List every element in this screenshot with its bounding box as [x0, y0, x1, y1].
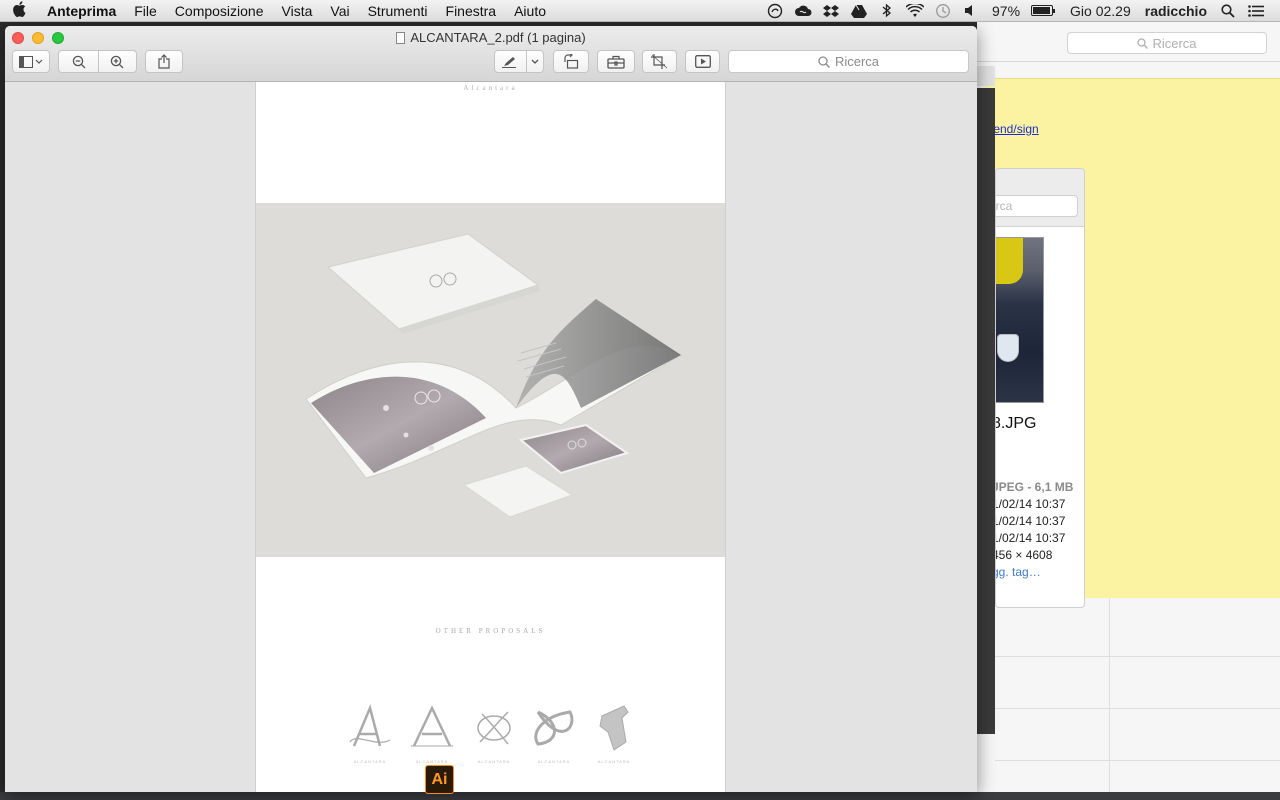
share-icon — [158, 54, 170, 69]
logo-proposal-1: ALCANTARA — [346, 702, 394, 764]
thumbnail-helmet — [996, 238, 1023, 284]
window-toolbar: ALCANTARA_2.pdf (1 pagina) Ricerca — [5, 26, 977, 82]
rotate-button[interactable] — [553, 50, 589, 73]
search-icon — [818, 55, 830, 68]
file-dimensions: 456 × 4608 — [995, 548, 1053, 562]
grid-line — [995, 760, 1280, 761]
pen-icon — [502, 56, 517, 68]
stationery-mockup-image — [256, 203, 725, 557]
menu-strumenti[interactable]: Strumenti — [359, 3, 437, 19]
logo-caption: ALCANTARA — [477, 759, 511, 764]
dropbox-sync-icon[interactable] — [817, 0, 845, 22]
zoom-in-icon — [110, 55, 124, 68]
menu-app-name[interactable]: Anteprima — [38, 3, 125, 19]
menu-vai[interactable]: Vai — [321, 3, 358, 19]
share-button[interactable] — [145, 50, 183, 73]
logo-caption: ALCANTARA — [597, 759, 631, 764]
battery-fill — [1033, 7, 1051, 14]
photo-thumbnail[interactable] — [996, 237, 1044, 403]
slideshow-button[interactable] — [685, 50, 720, 73]
logo-proposal-3: ALCANTARA — [470, 702, 518, 764]
zoom-out-button[interactable] — [60, 51, 98, 72]
window-title: ALCANTARA_2.pdf (1 pagina) — [5, 30, 977, 45]
background-search-placeholder: Ricerca — [1152, 35, 1197, 51]
search-placeholder: Ricerca — [834, 54, 880, 69]
magnifier-icon — [1137, 37, 1149, 49]
thumbnail-badge — [997, 334, 1019, 362]
document-viewport[interactable]: Alcantara OTHER PROPOSALS ALCANTARA ALCA… — [5, 82, 977, 792]
background-search-field[interactable]: Ricerca — [1067, 32, 1267, 54]
background-grid — [995, 598, 1280, 800]
menu-composizione[interactable]: Composizione — [166, 3, 273, 19]
note-link[interactable]: tend/sign — [990, 122, 1039, 136]
sidebar-icon — [19, 55, 43, 68]
logo-proposal-4: ALCANTARA — [530, 702, 578, 764]
page-header-word: Alcantara — [463, 84, 518, 92]
wifi-icon[interactable] — [901, 0, 929, 22]
zoom-in-button[interactable] — [97, 51, 136, 72]
file-created: 1/02/14 10:37 — [995, 497, 1066, 511]
user-name[interactable]: radicchio — [1138, 3, 1214, 19]
logo-caption: ALCANTARA — [353, 759, 387, 764]
toolbox-icon — [607, 55, 625, 69]
sidebar-toggle-button[interactable] — [12, 50, 50, 73]
menu-finestra[interactable]: Finestra — [437, 3, 506, 19]
creative-cloud-icon[interactable] — [789, 0, 817, 22]
file-modified: 1/02/14 10:37 — [995, 514, 1066, 528]
file-kind: JPEG - 6,1 MB — [995, 480, 1074, 494]
window-title-text: ALCANTARA_2.pdf (1 pagina) — [410, 30, 586, 45]
helper-app-status-icon[interactable] — [761, 0, 789, 22]
notification-center-icon[interactable] — [1242, 0, 1270, 22]
desktop-strip — [0, 792, 1280, 800]
illustrator-dock-icon[interactable]: Ai — [425, 765, 454, 794]
info-panel-header: erca — [996, 169, 1084, 227]
file-name: 8.JPG — [995, 415, 1037, 432]
apple-menu-icon[interactable] — [0, 0, 38, 21]
grid-line — [1109, 598, 1110, 800]
markup-menu-button[interactable] — [525, 51, 543, 72]
crop-button[interactable] — [642, 50, 677, 73]
file-info-panel: erca 8.JPG JPEG - 6,1 MB 1/02/14 10:37 1… — [995, 168, 1085, 608]
clock[interactable]: Gio 02.29 — [1063, 3, 1138, 19]
crop-icon — [651, 54, 668, 69]
menu-bar: Anteprima File Composizione Vista Vai St… — [0, 0, 1280, 22]
grid-line — [995, 708, 1280, 709]
spotlight-search-icon[interactable] — [1214, 0, 1242, 22]
pdf-document-icon[interactable] — [396, 31, 406, 44]
grid-line — [995, 656, 1280, 657]
time-machine-icon[interactable] — [929, 0, 957, 22]
battery-percent: 97% — [992, 2, 1021, 19]
chevron-down-icon — [531, 59, 539, 64]
zoom-button-group — [58, 50, 137, 73]
logo-caption: ALCANTARA — [415, 759, 449, 764]
markup-button-group — [494, 50, 544, 73]
play-icon — [694, 55, 711, 68]
menu-vista[interactable]: Vista — [273, 3, 322, 19]
background-dark-panel — [977, 88, 995, 734]
add-tags-link[interactable]: gg. tag… — [996, 564, 1073, 581]
preview-window: ALCANTARA_2.pdf (1 pagina) Ricerca Alcan… — [5, 26, 977, 792]
menu-file[interactable]: File — [125, 3, 166, 19]
background-divider — [977, 61, 1280, 62]
bluetooth-icon[interactable] — [873, 0, 901, 22]
volume-icon[interactable] — [957, 0, 985, 22]
battery-icon[interactable] — [1031, 5, 1056, 16]
background-panel-header — [977, 66, 995, 86]
menu-aiuto[interactable]: Aiuto — [505, 3, 555, 19]
zoom-out-icon — [72, 55, 85, 68]
info-panel-search[interactable]: erca — [996, 195, 1078, 217]
rotate-icon — [564, 54, 579, 69]
toolbox-button[interactable] — [597, 50, 635, 73]
logo-proposals: ALCANTARA ALCANTARA ALCANTARA ALCANTARA … — [346, 702, 636, 772]
logo-proposal-5: ALCANTARA — [590, 702, 638, 764]
logo-caption: ALCANTARA — [537, 759, 571, 764]
google-drive-icon[interactable] — [845, 0, 873, 22]
file-metadata: JPEG - 6,1 MB 1/02/14 10:37 1/02/14 10:3… — [995, 479, 1074, 581]
pdf-page[interactable]: Alcantara OTHER PROPOSALS ALCANTARA ALCA… — [255, 82, 726, 792]
markup-button[interactable] — [495, 51, 526, 72]
file-opened: 1/02/14 10:37 — [995, 531, 1066, 545]
logo-proposal-2: ALCANTARA — [408, 702, 456, 764]
section-heading: OTHER PROPOSALS — [435, 627, 546, 635]
toolbar-search-field[interactable]: Ricerca — [728, 50, 969, 73]
